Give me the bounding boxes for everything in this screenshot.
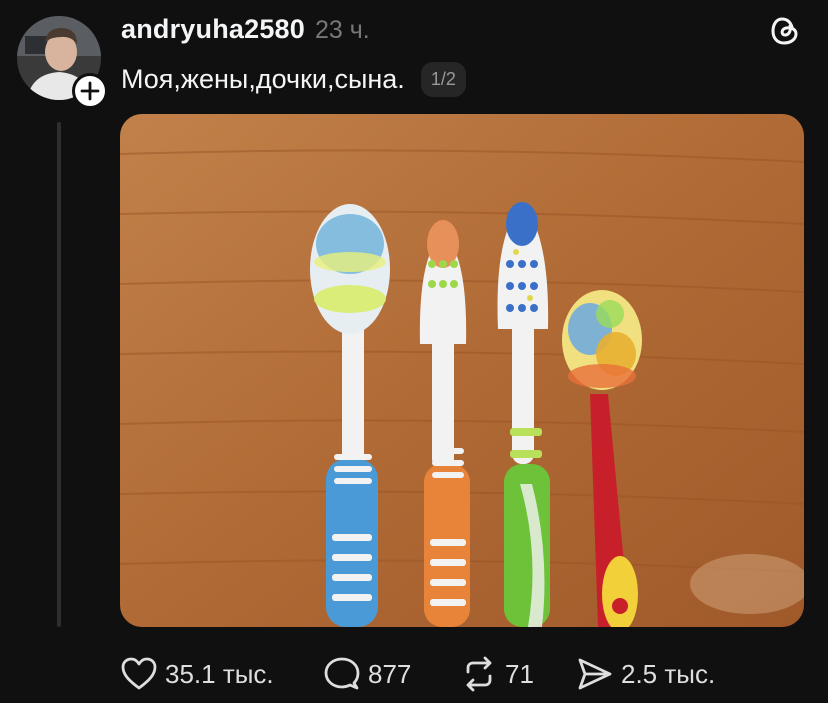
comment-icon <box>324 657 360 690</box>
plus-icon <box>80 81 100 101</box>
username-link[interactable]: andryuha2580 <box>121 14 305 45</box>
share-button[interactable]: 2.5 тыс. <box>576 656 715 692</box>
like-button[interactable]: 35.1 тыс. <box>120 656 323 692</box>
thread-post: andryuha2580 23 ч. Моя,жены,дочки,сына. … <box>0 0 828 703</box>
post-header: andryuha2580 23 ч. <box>121 14 370 45</box>
reply-count: 877 <box>368 658 412 689</box>
thread-connector-line <box>57 122 61 627</box>
post-timestamp: 23 ч. <box>315 16 370 44</box>
repost-count: 71 <box>505 658 534 689</box>
threads-logo-icon[interactable] <box>768 14 802 48</box>
reply-button[interactable]: 877 <box>323 656 460 692</box>
post-image[interactable] <box>120 114 804 627</box>
action-bar: 35.1 тыс. 877 71 2.5 тыс. <box>120 652 715 696</box>
image-page-counter: 1/2 <box>420 62 466 97</box>
heart-icon <box>121 657 157 690</box>
toothbrushes-photo <box>120 114 804 627</box>
repost-icon <box>466 656 492 692</box>
post-caption: Моя,жены,дочки,сына. <box>121 64 405 94</box>
follow-button[interactable] <box>72 73 108 109</box>
share-count: 2.5 тыс. <box>621 658 716 689</box>
repost-button[interactable]: 71 <box>460 656 576 692</box>
like-count: 35.1 тыс. <box>165 658 274 689</box>
caption-row: Моя,жены,дочки,сына. 1/2 <box>121 62 466 97</box>
send-icon <box>578 658 612 690</box>
